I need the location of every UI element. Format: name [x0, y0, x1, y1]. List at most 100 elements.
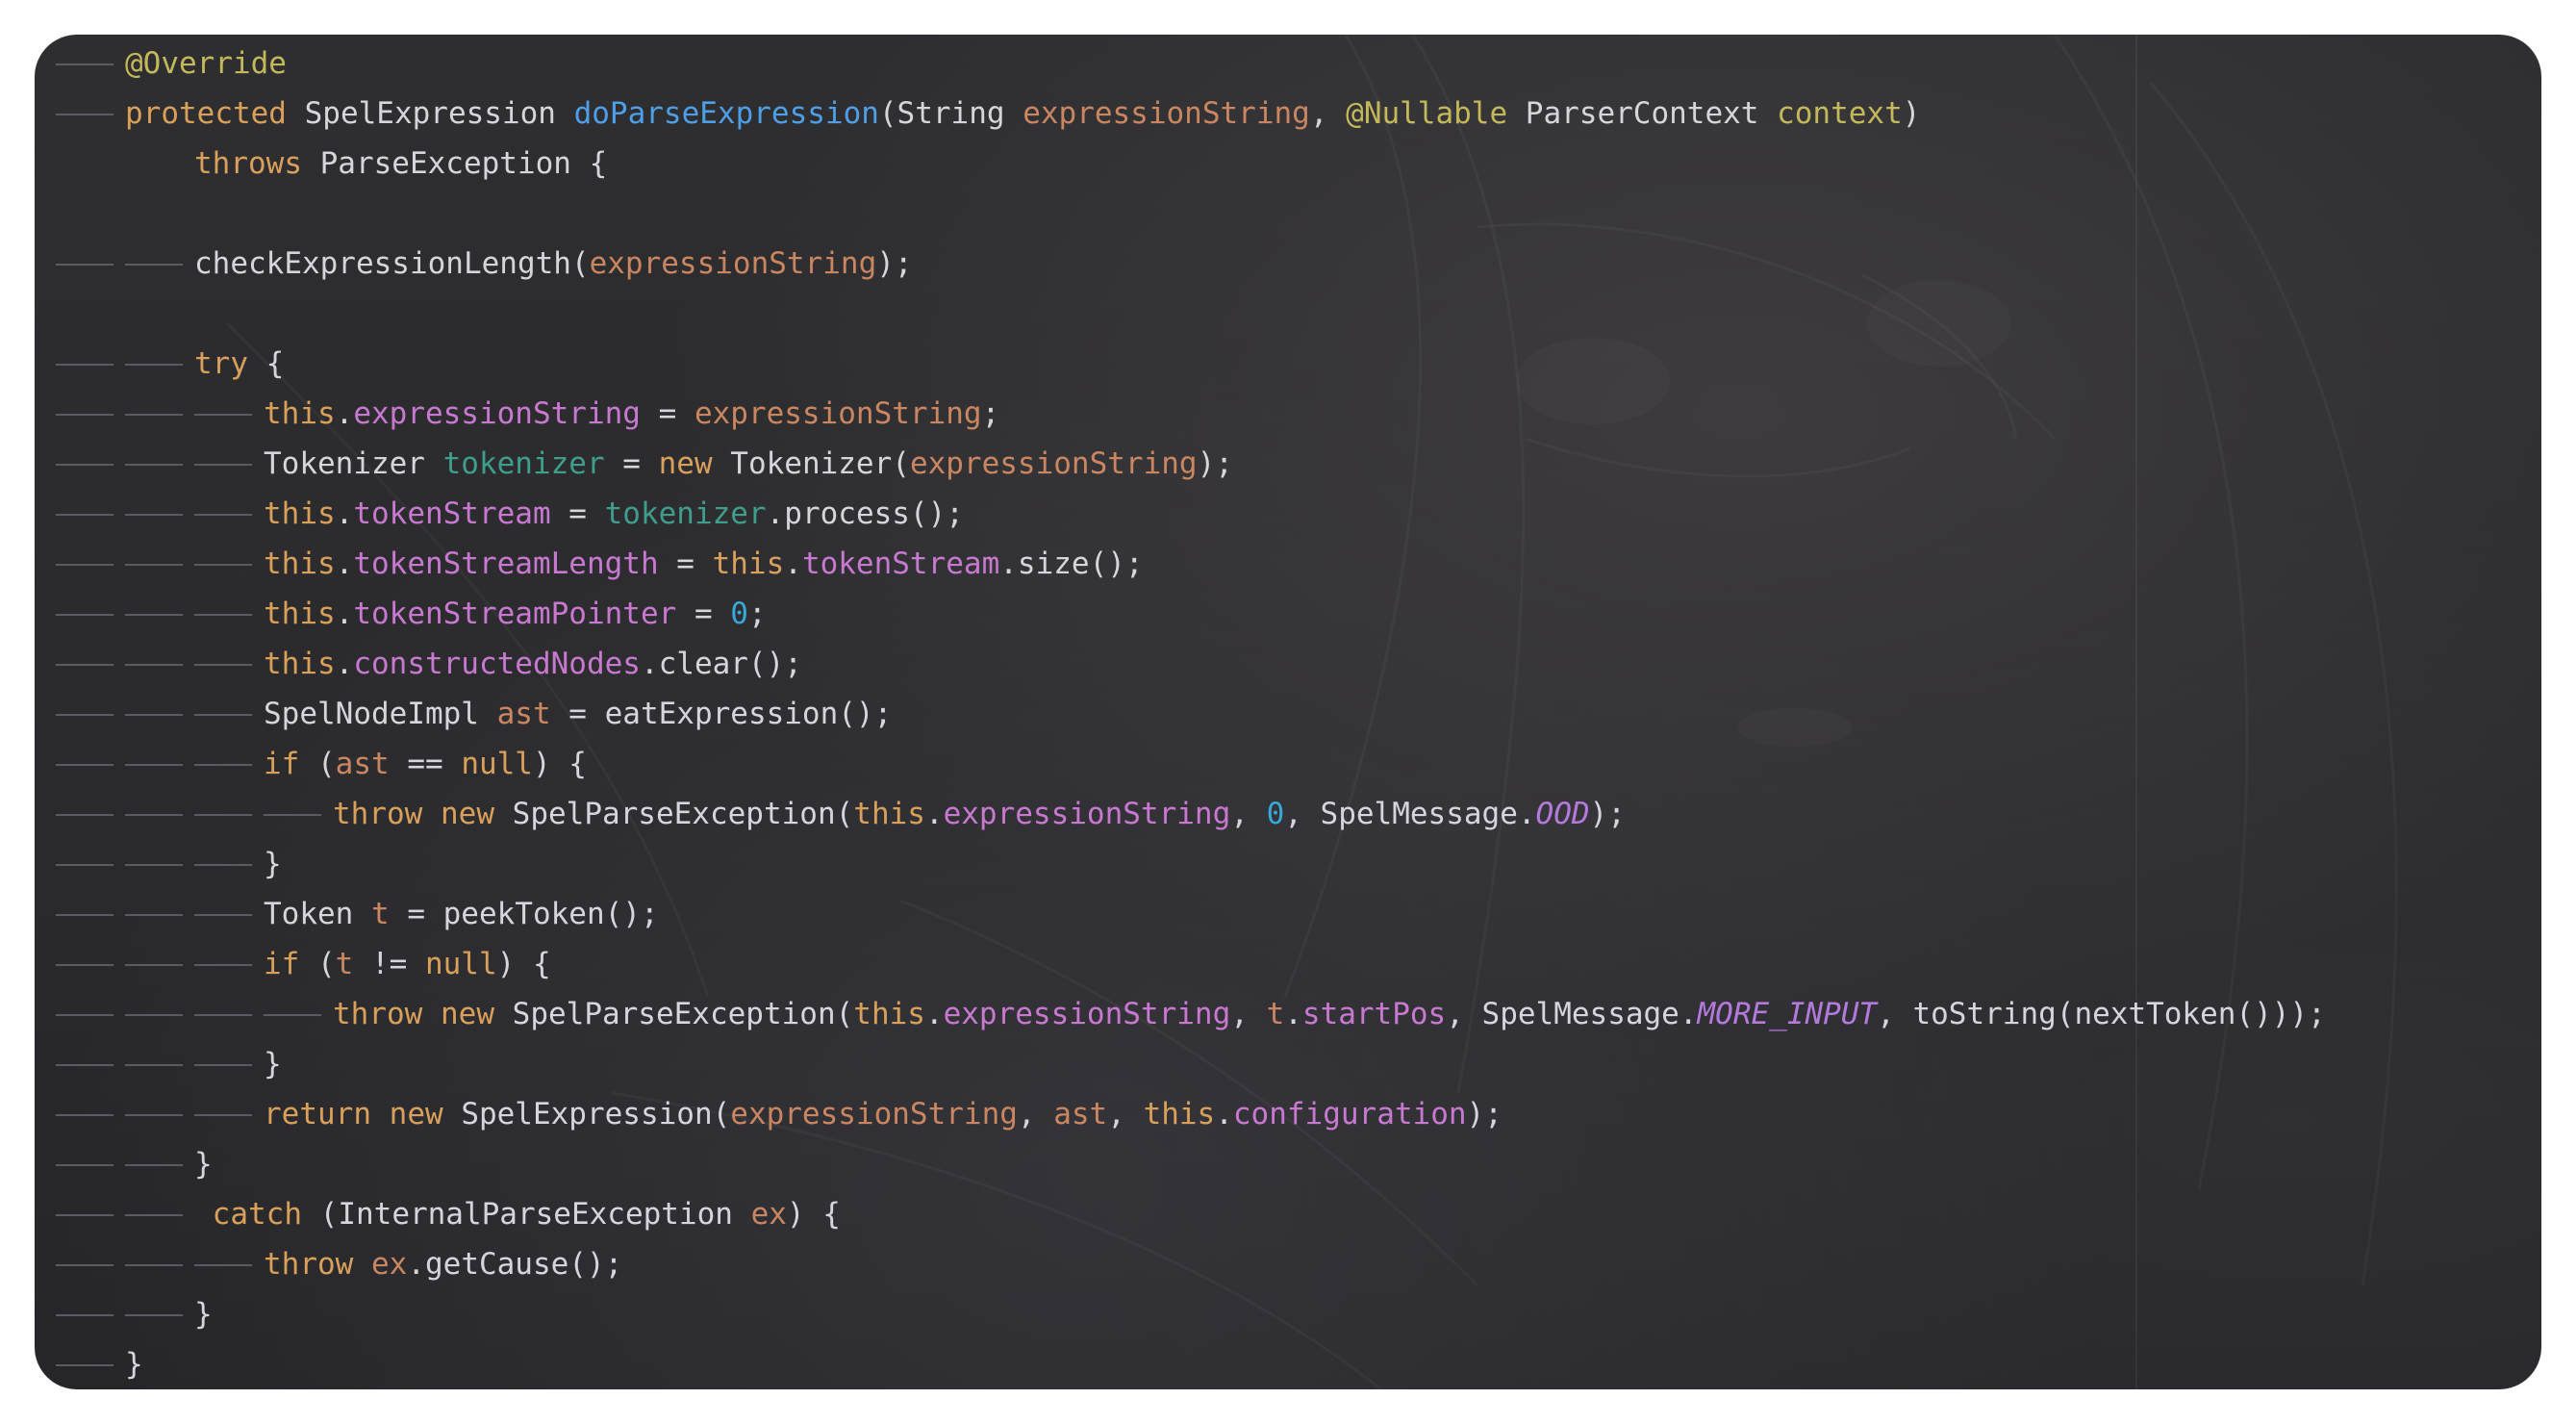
code-token: ;	[747, 597, 767, 631]
code-token: OOD	[1535, 797, 1590, 831]
code-token: this	[264, 396, 336, 431]
code-token: ,	[1230, 797, 1267, 831]
indent-guide	[125, 239, 194, 289]
code-line[interactable]	[56, 289, 2326, 339]
code-line[interactable]: if (t != null) {	[56, 939, 2326, 989]
code-token: SpelParseException(	[494, 997, 854, 1031]
indent-guide	[264, 789, 333, 839]
code-token: this	[264, 597, 336, 631]
code-line[interactable]: throws ParseException {	[56, 139, 2326, 189]
code-line[interactable]: checkExpressionLength(expressionString);	[56, 239, 2326, 289]
code-line[interactable]: @Override	[56, 38, 2326, 89]
code-token: =	[676, 597, 731, 631]
indent-guide	[56, 1239, 125, 1289]
code-line[interactable]	[56, 189, 2326, 239]
indent-guide	[125, 939, 194, 989]
code-token: this	[853, 997, 925, 1031]
code-line[interactable]: this. tokenStream = tokenizer .process();	[56, 489, 2326, 539]
code-line[interactable]: }	[56, 1139, 2326, 1189]
code-line[interactable]: Tokenizer tokenizer = new Tokenizer(expr…	[56, 439, 2326, 489]
indent-guide	[56, 89, 125, 139]
code-line[interactable]: return new SpelExpression(expressionStri…	[56, 1089, 2326, 1139]
indent-guide	[194, 539, 264, 589]
indent-guide	[56, 1039, 125, 1089]
indent-guide	[194, 989, 264, 1039]
indent-guide	[56, 1089, 125, 1139]
indent-guide	[125, 789, 194, 839]
code-token: context	[1777, 96, 1903, 131]
code-line[interactable]: this. constructedNodes .clear();	[56, 639, 2326, 689]
indent-guide	[125, 389, 194, 439]
code-token: checkExpressionLength(	[194, 246, 590, 281]
indent-guide	[125, 689, 194, 739]
code-token: Tokenizer	[264, 446, 443, 481]
code-line[interactable]: if (ast == null) {	[56, 739, 2326, 789]
code-editor[interactable]: @Override protected SpelExpression doPars…	[35, 35, 2541, 1389]
code-token: 0	[730, 597, 748, 631]
code-token: Tokenizer(	[712, 446, 910, 481]
indent-guide	[56, 539, 125, 589]
indent-guide	[56, 489, 125, 539]
code-line[interactable]: }	[56, 839, 2326, 889]
code-token: {	[248, 346, 285, 381]
code-line[interactable]: }	[56, 1339, 2326, 1389]
code-token: protected	[125, 96, 287, 131]
code-token: .	[924, 997, 944, 1031]
indent-guide	[125, 989, 194, 1039]
code-token: ParseException {	[301, 146, 608, 181]
code-token: =	[604, 446, 659, 481]
code-line[interactable]: }	[56, 1039, 2326, 1089]
code-line[interactable]: protected SpelExpression doParseExpressi…	[56, 89, 2326, 139]
code-line[interactable]: this. expressionString = expressionString…	[56, 389, 2326, 439]
code-token: ex	[750, 1197, 787, 1232]
code-token: throws	[194, 146, 302, 181]
code-token: .	[1284, 997, 1302, 1031]
code-token: }	[125, 1347, 143, 1382]
indent-guide	[194, 839, 264, 889]
code-area[interactable]: @Override protected SpelExpression doPars…	[56, 38, 2326, 1389]
code-token: }	[264, 1047, 282, 1081]
code-line[interactable]: this. tokenStreamLength = this. tokenStrea…	[56, 539, 2326, 589]
code-line[interactable]: throw new SpelParseException(this. expres…	[56, 789, 2326, 839]
code-token: .	[784, 547, 802, 581]
code-token: this	[1143, 1097, 1216, 1132]
indent-guide	[125, 339, 194, 389]
code-token: , SpelMessage.	[1446, 997, 1698, 1031]
code-line[interactable]: try {	[56, 339, 2326, 389]
code-token: if	[264, 947, 300, 981]
code-line[interactable]: this. tokenStreamPointer = 0;	[56, 589, 2326, 639]
code-token: Token	[264, 897, 371, 931]
indent-guide	[125, 589, 194, 639]
code-token: null	[461, 747, 533, 781]
code-token: tokenStreamLength	[353, 547, 659, 581]
code-line[interactable]: SpelNodeImpl ast = eatExpression();	[56, 689, 2326, 739]
code-token: this	[264, 496, 336, 531]
code-line[interactable]: Token t = peekToken();	[56, 889, 2326, 939]
indent-guide	[194, 1039, 264, 1089]
code-line[interactable]: throw ex .getCause();	[56, 1239, 2326, 1289]
code-token: ,	[1017, 1097, 1054, 1132]
indent-guide	[56, 789, 125, 839]
code-token: expressionString	[909, 446, 1198, 481]
code-token: throw	[264, 1247, 354, 1282]
code-line[interactable]: catch (InternalParseException ex) {	[56, 1189, 2326, 1239]
code-token: throw	[333, 997, 423, 1031]
code-token: .getCause();	[407, 1247, 623, 1282]
code-token: = eatExpression();	[550, 697, 893, 731]
code-token: new	[441, 997, 494, 1031]
indent-guide	[194, 689, 264, 739]
code-token: .clear();	[640, 647, 802, 681]
code-token: expressionString	[353, 396, 641, 431]
code-token: doParseExpression	[573, 96, 879, 131]
code-token: }	[264, 847, 282, 881]
code-token: .process();	[766, 496, 964, 531]
indent-guide	[125, 1039, 194, 1089]
code-line[interactable]: throw new SpelParseException(this. expres…	[56, 989, 2326, 1039]
indent-guide	[56, 839, 125, 889]
code-token: ,	[1309, 96, 1347, 131]
code-token: expressionString	[943, 997, 1231, 1031]
code-line[interactable]: }	[56, 1289, 2326, 1339]
